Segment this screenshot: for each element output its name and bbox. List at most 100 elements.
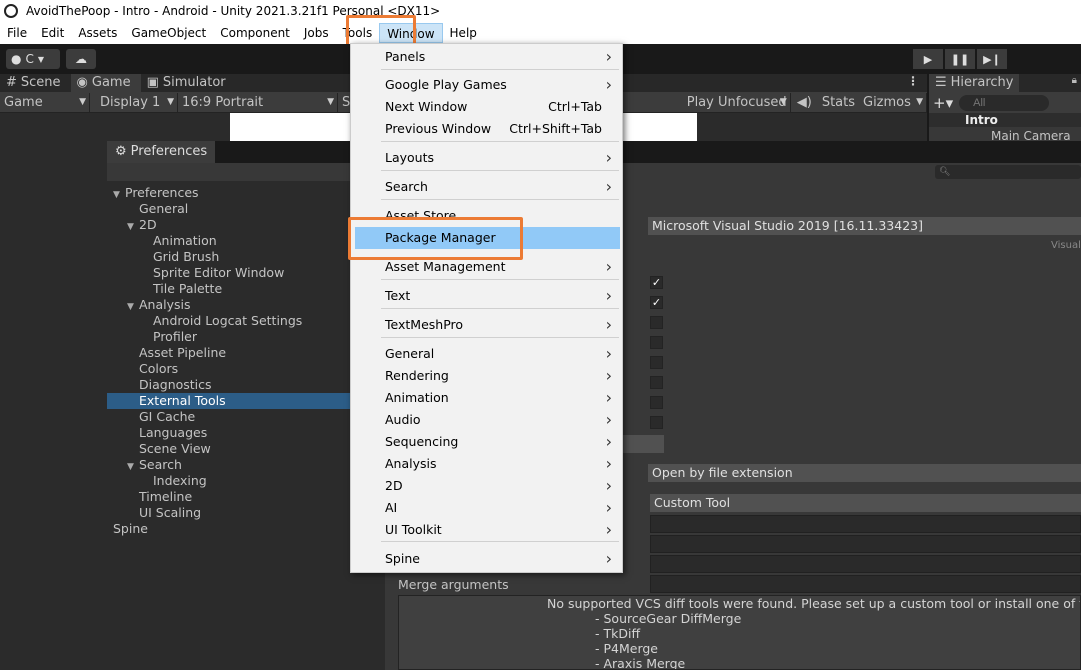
menu-gameobject[interactable]: GameObject — [124, 23, 213, 43]
option-checkbox[interactable] — [650, 336, 663, 349]
window-menu-item-panels[interactable]: Panels › — [351, 46, 622, 68]
option-checkbox[interactable] — [650, 316, 663, 329]
window-menu-item-rendering[interactable]: Rendering › — [351, 365, 622, 387]
option-checkbox[interactable] — [650, 416, 663, 429]
window-menu-item-next-window[interactable]: Next Window Ctrl+Tab — [351, 96, 622, 118]
open-by-dropdown[interactable]: Open by file extension — [648, 464, 1081, 482]
menu-window[interactable]: Window — [379, 23, 443, 43]
tree-item[interactable]: Diagnostics — [107, 377, 385, 393]
regenerate-button[interactable] — [622, 435, 664, 453]
window-menu-item-general[interactable]: General › — [351, 343, 622, 365]
more-options-icon[interactable]: ⋮ — [907, 74, 919, 88]
add-icon[interactable]: +▾ — [933, 94, 953, 112]
tree-item[interactable]: Android Logcat Settings — [107, 313, 385, 329]
hierarchy-search-input[interactable] — [959, 94, 1050, 111]
window-menu-item-layouts[interactable]: Layouts › — [351, 147, 622, 169]
tree-item[interactable]: Tile Palette — [107, 281, 385, 297]
tree-item[interactable]: Spine — [107, 521, 385, 537]
gizmos-dropdown[interactable]: Gizmos — [859, 92, 927, 112]
window-menu-item-package-manager[interactable]: Package Manager — [355, 227, 620, 249]
expand-arrow-icon[interactable]: ▼ — [127, 299, 139, 315]
window-menu-item-text[interactable]: Text › — [351, 285, 622, 307]
tree-item[interactable]: Sprite Editor Window — [107, 265, 385, 281]
window-menu-item-2d[interactable]: 2D › — [351, 475, 622, 497]
display-dropdown[interactable]: Display 1 — [96, 92, 178, 112]
preferences-tab-label: Preferences — [130, 144, 208, 159]
three-way-diff-input[interactable] — [650, 555, 1081, 573]
merge-arguments-input[interactable] — [650, 575, 1081, 593]
tab-game[interactable]: ◉ Game — [70, 74, 141, 92]
tree-item[interactable]: Profiler — [107, 329, 385, 345]
tree-item[interactable]: Languages — [107, 425, 385, 441]
menu-item-label: Audio — [385, 412, 421, 427]
window-menu-item-google-play-games[interactable]: Google Play Games › — [351, 74, 622, 96]
window-menu-item-ai[interactable]: AI › — [351, 497, 622, 519]
tab-scene[interactable]: # Scene — [0, 74, 71, 92]
window-menu-item-previous-window[interactable]: Previous Window Ctrl+Shift+Tab — [351, 118, 622, 140]
option-checkbox[interactable]: ✓ — [650, 296, 663, 309]
tree-item[interactable]: ▼ Search — [107, 457, 385, 473]
lock-icon[interactable]: 🔒︎ — [1072, 75, 1077, 86]
tree-item-label: Grid Brush — [153, 249, 220, 264]
window-menu-item-textmeshpro[interactable]: TextMeshPro › — [351, 314, 622, 336]
menu-assets[interactable]: Assets — [71, 23, 124, 43]
tree-item[interactable]: Indexing — [107, 473, 385, 489]
window-menu-item-sequencing[interactable]: Sequencing › — [351, 431, 622, 453]
game-mode-dropdown[interactable]: Game — [0, 92, 90, 112]
menu-item-label: General — [385, 346, 435, 361]
menu-edit[interactable]: Edit — [34, 23, 71, 43]
window-menu-item-audio[interactable]: Audio › — [351, 409, 622, 431]
option-checkbox[interactable] — [650, 356, 663, 369]
option-checkbox[interactable] — [650, 376, 663, 389]
window-menu-item-search[interactable]: Search › — [351, 176, 622, 198]
menu-component[interactable]: Component — [213, 23, 297, 43]
hierarchy-scene-row[interactable]: Intro — [929, 113, 1081, 127]
diff-tool-dropdown[interactable]: Custom Tool — [650, 494, 1081, 512]
external-editor-dropdown[interactable]: Microsoft Visual Studio 2019 [16.11.3342… — [648, 217, 1081, 235]
tree-item[interactable]: ▼ Analysis — [107, 297, 385, 313]
pause-button[interactable]: ❚❚ — [945, 49, 975, 69]
window-menu-item-spine[interactable]: Spine › — [351, 548, 622, 570]
tree-item[interactable]: General — [107, 201, 385, 217]
option-checkbox[interactable] — [650, 396, 663, 409]
tree-item[interactable]: Animation — [107, 233, 385, 249]
stats-button[interactable]: Stats — [818, 95, 859, 110]
preferences-search-input[interactable]: 🔍︎ — [935, 165, 1081, 179]
account-button[interactable]: ● C ▼ — [6, 49, 60, 69]
tree-item[interactable]: ▼ 2D — [107, 217, 385, 233]
window-menu-item-asset-store[interactable]: Asset Store — [351, 205, 622, 227]
tree-item[interactable]: GI Cache — [107, 409, 385, 425]
tree-item[interactable]: ▼ Preferences — [107, 185, 385, 201]
tree-item[interactable]: External Tools — [107, 393, 385, 409]
cloud-button[interactable]: ☁ — [66, 49, 96, 69]
window-menu-item-analysis[interactable]: Analysis › — [351, 453, 622, 475]
expand-arrow-icon[interactable]: ▼ — [127, 219, 139, 235]
tree-item[interactable]: Colors — [107, 361, 385, 377]
window-menu-item-ui-toolkit[interactable]: UI Toolkit › — [351, 519, 622, 541]
tree-item[interactable]: Scene View — [107, 441, 385, 457]
play-focus-dropdown[interactable]: Play Unfocused — [683, 92, 791, 112]
aspect-dropdown[interactable]: 16:9 Portrait — [178, 92, 338, 112]
tree-item[interactable]: UI Scaling — [107, 505, 385, 521]
expand-arrow-icon[interactable]: ▼ — [113, 187, 125, 203]
two-way-diff-input[interactable] — [650, 535, 1081, 553]
menu-help[interactable]: Help — [443, 23, 484, 43]
tree-item-label: Tile Palette — [153, 281, 223, 296]
mute-audio-icon[interactable]: ◀) — [791, 95, 818, 110]
window-menu-item-animation[interactable]: Animation › — [351, 387, 622, 409]
tree-item[interactable]: Grid Brush — [107, 249, 385, 265]
play-button[interactable]: ▶ — [913, 49, 943, 69]
menu-jobs[interactable]: Jobs — [297, 23, 336, 43]
window-menu-item-asset-management[interactable]: Asset Management › — [351, 256, 622, 278]
tab-simulator[interactable]: ▣ Simulator — [141, 74, 236, 92]
tree-item[interactable]: Timeline — [107, 489, 385, 505]
expand-arrow-icon[interactable]: ▼ — [127, 459, 139, 475]
menu-file[interactable]: File — [0, 23, 34, 43]
step-button[interactable]: ▶❙ — [977, 49, 1007, 69]
tab-preferences[interactable]: ⚙ Preferences — [107, 141, 215, 163]
menu-tools[interactable]: Tools — [336, 23, 380, 43]
option-checkbox[interactable]: ✓ — [650, 276, 663, 289]
tool-path-input[interactable] — [650, 515, 1081, 533]
tab-hierarchy[interactable]: ☰ Hierarchy — [929, 74, 1019, 92]
tree-item[interactable]: Asset Pipeline — [107, 345, 385, 361]
